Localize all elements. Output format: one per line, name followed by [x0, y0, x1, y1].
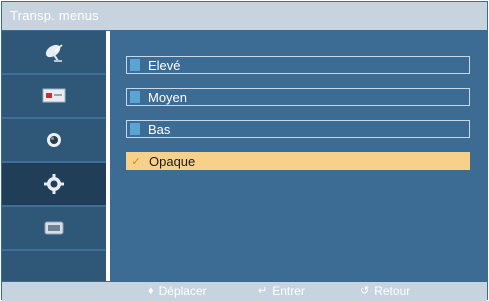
input-icon — [41, 217, 67, 239]
up-down-arrow-icon: ♦ — [148, 285, 154, 297]
sidebar-item-sound[interactable] — [2, 119, 106, 163]
return-icon: ↺ — [360, 285, 370, 297]
hint-move: ♦ Déplacer — [148, 282, 207, 301]
hint-return-label: Retour — [374, 284, 411, 298]
hint-enter-label: Entrer — [272, 284, 305, 298]
option-label: Bas — [148, 121, 171, 137]
osd-menu: Transp. menus Elevé Moyen Bas ✓ Opaque ♦… — [0, 0, 489, 301]
option-marker-icon — [130, 123, 140, 135]
sidebar-item-setup[interactable] — [2, 163, 106, 207]
hint-return: ↺ Retour — [360, 282, 410, 301]
option-eleve[interactable]: Elevé — [126, 56, 470, 74]
option-label: Moyen — [148, 89, 188, 105]
checkmark-icon: ✓ — [131, 155, 141, 168]
menu-title: Transp. menus — [2, 2, 487, 30]
satellite-dish-icon — [41, 39, 67, 65]
option-bas[interactable]: Bas — [126, 120, 470, 138]
option-opaque[interactable]: ✓ Opaque — [126, 152, 470, 170]
sidebar — [2, 31, 106, 281]
gear-icon — [42, 172, 66, 196]
sound-icon — [43, 129, 65, 151]
option-marker-icon — [130, 91, 140, 103]
option-label: Opaque — [149, 153, 196, 169]
options-panel: Elevé Moyen Bas ✓ Opaque — [110, 31, 487, 281]
hint-enter: ↵ Entrer — [258, 282, 305, 301]
enter-icon: ↵ — [258, 285, 268, 297]
sidebar-item-satellite[interactable] — [2, 31, 106, 75]
sidebar-item-picture[interactable] — [2, 75, 106, 119]
hint-move-label: Déplacer — [158, 284, 207, 298]
option-marker-icon — [130, 59, 140, 71]
footer-hints: ♦ Déplacer ↵ Entrer ↺ Retour — [2, 282, 487, 301]
option-moyen[interactable]: Moyen — [126, 88, 470, 106]
picture-icon — [41, 85, 67, 107]
option-label: Elevé — [148, 57, 181, 73]
sidebar-item-input[interactable] — [2, 207, 106, 251]
